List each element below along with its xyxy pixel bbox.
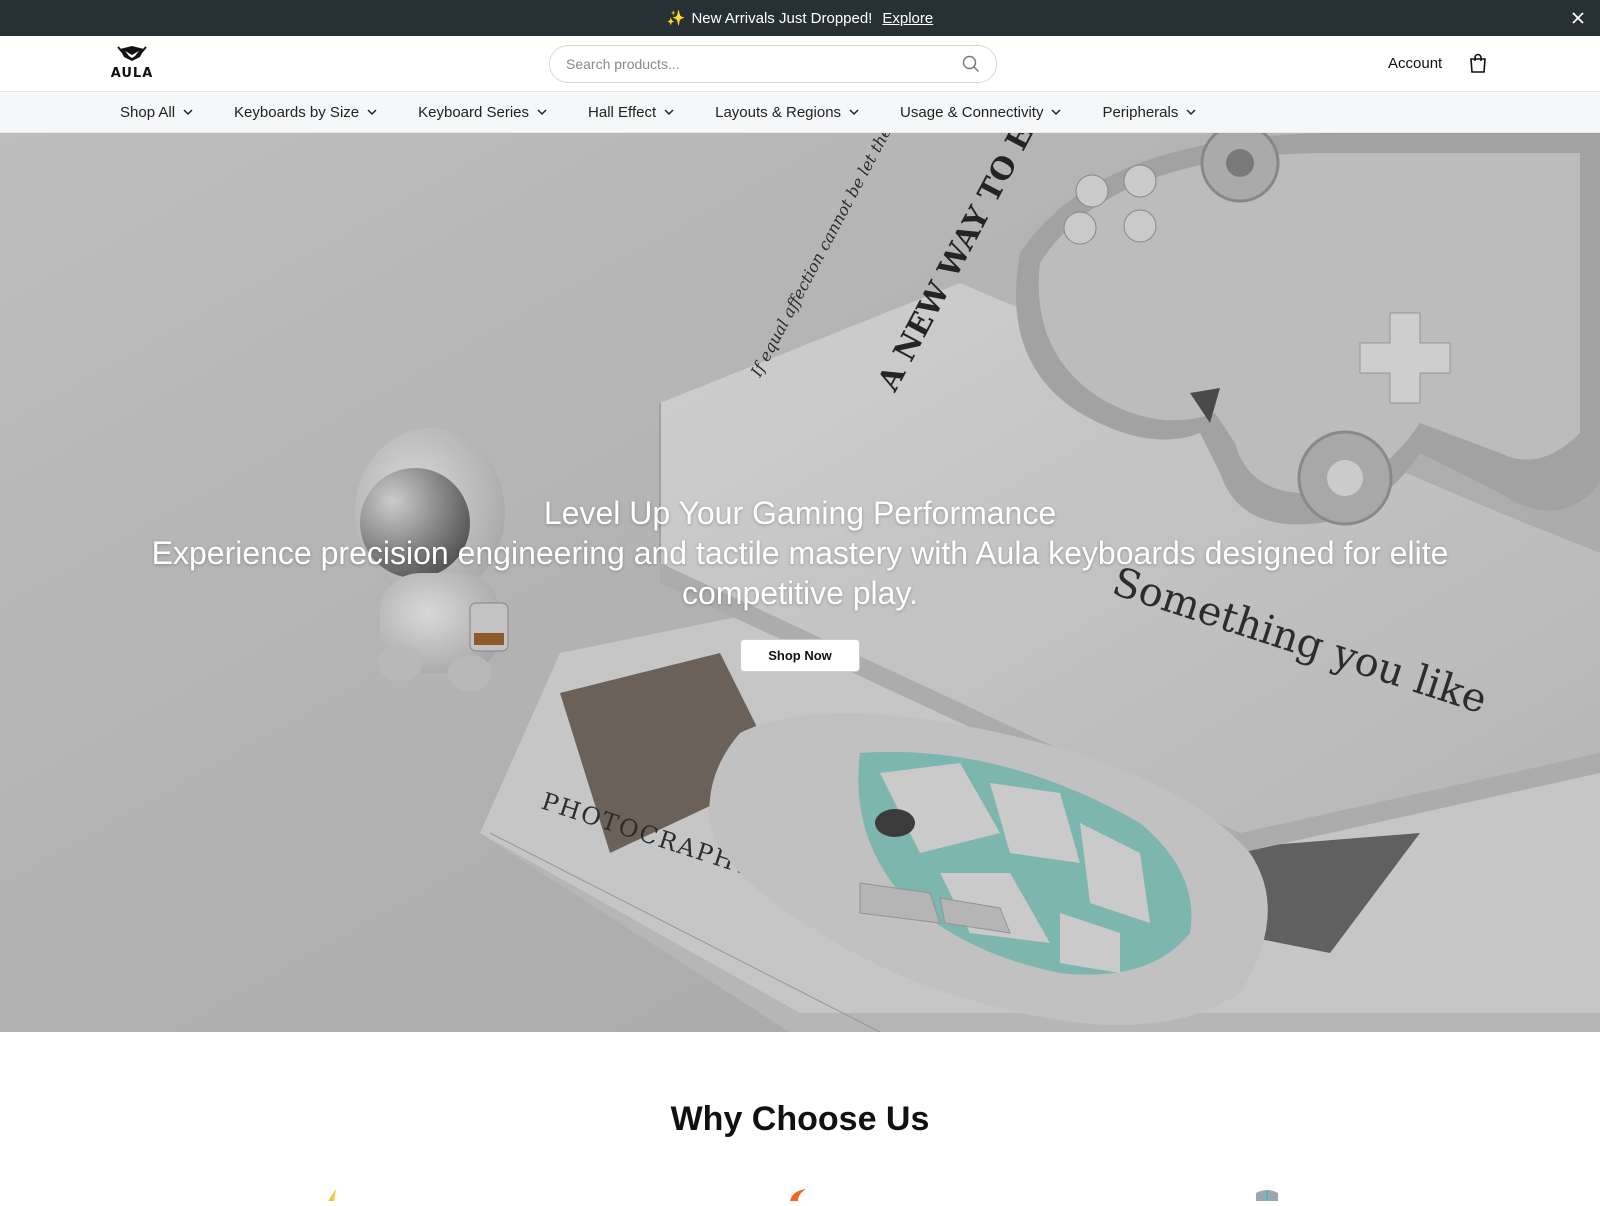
nav-usage-connectivity[interactable]: Usage & Connectivity [900,92,1062,132]
logo-text: AULA [111,66,154,81]
nav-label: Layouts & Regions [715,103,842,121]
account-link[interactable]: Account [1388,55,1442,72]
explore-link[interactable]: Explore [882,10,933,27]
chevron-down-icon [367,109,377,116]
hero-title: Level Up Your Gaming Performance [543,495,1057,531]
flame-icon [784,1188,814,1201]
search-input[interactable] [566,56,962,72]
nav-label: Shop All [120,103,176,121]
nav-hall-effect[interactable]: Hall Effect [588,92,675,132]
announcement-text: New Arrivals Just Dropped! [691,9,873,27]
nav-keyboard-series[interactable]: Keyboard Series [418,92,548,132]
chevron-down-icon [849,109,859,116]
nav-keyboards-by-size[interactable]: Keyboards by Size [234,92,378,132]
hero-banner: A NEW WAY TO EXPL If equal affection can… [0,133,1600,1032]
chevron-down-icon [183,109,193,116]
nav-layouts-regions[interactable]: Layouts & Regions [715,92,860,132]
why-choose-us-heading: Why Choose Us [670,1100,930,1138]
chevron-down-icon [537,109,547,116]
shield-icon [1252,1188,1282,1201]
nav-label: Keyboard Series [418,103,530,121]
search-box [549,45,997,83]
nav-label: Keyboards by Size [234,103,360,121]
chevron-down-icon [1186,109,1196,116]
chevron-down-icon [664,109,674,116]
sparkle-icon: ✨ [666,10,686,27]
site-header: AULA Account [0,36,1600,92]
hero-subtitle: Experience precision engineering and tac… [151,535,1449,611]
main-nav: Shop All Keyboards by Size Keyboard Seri… [0,92,1600,133]
search-icon[interactable] [962,55,980,73]
logo[interactable]: AULA [104,45,160,81]
announcement-bar: ✨ New Arrivals Just Dropped! Explore [0,0,1600,36]
shop-now-button[interactable]: Shop Now [740,639,860,672]
lightning-icon [318,1188,348,1201]
close-icon[interactable] [1568,8,1588,28]
nav-peripherals[interactable]: Peripherals [1102,92,1197,132]
nav-shop-all[interactable]: Shop All [120,92,194,132]
nav-label: Peripherals [1102,103,1179,121]
chevron-down-icon [1051,109,1061,116]
hero-text: Level Up Your Gaming Performance Experie… [0,493,1600,613]
announcement-message: ✨ New Arrivals Just Dropped! Explore [666,9,933,28]
nav-label: Hall Effect [588,103,657,121]
shopping-bag-icon[interactable] [1469,53,1487,73]
nav-label: Usage & Connectivity [900,103,1044,121]
